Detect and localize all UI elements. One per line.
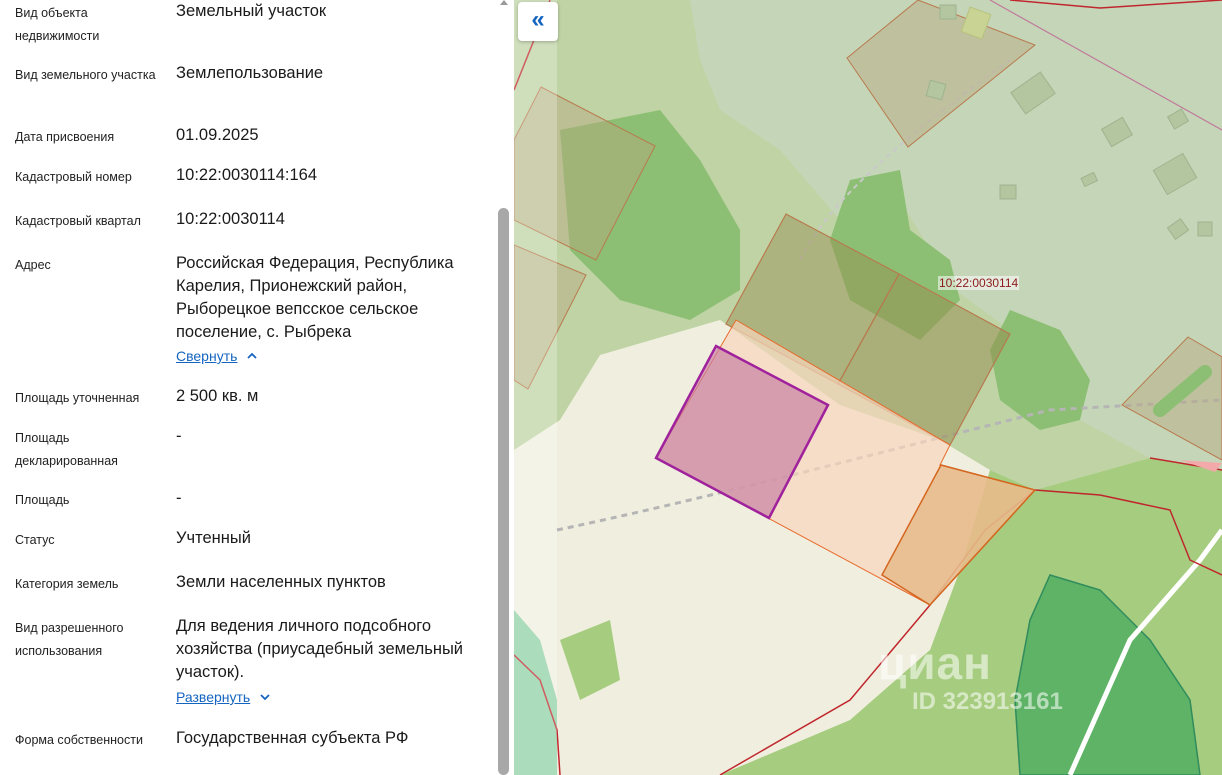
cian-watermark: циан ID 323913161 — [878, 640, 1063, 716]
chevron-down-icon — [260, 694, 270, 701]
field-value: Российская Федерация, Республика Карелия… — [176, 254, 454, 341]
field-value: - — [176, 489, 182, 507]
field-value: Государственная субъекта РФ — [176, 729, 409, 747]
field-value: Для ведения личного подсобного хозяйства… — [176, 617, 464, 681]
field-label: Площадь декларированная — [15, 431, 118, 468]
expand-permitted-use-link[interactable]: Развернуть — [176, 689, 272, 705]
toggle-label[interactable]: Свернуть — [176, 348, 237, 364]
field-label: Площадь — [15, 493, 70, 507]
field-value: Земли населенных пунктов — [176, 573, 386, 591]
field-value: Землепользование — [176, 64, 324, 82]
field-value: - — [176, 427, 182, 445]
field-label: Кадастровый номер — [15, 170, 132, 184]
building — [999, 184, 1017, 200]
field-label: Адрес — [15, 258, 51, 272]
field-label: Вид объекта недвижимости — [15, 6, 100, 43]
cadastral-quarter-label: 10:22:0030114 — [938, 276, 1020, 290]
collapse-address-link[interactable]: Свернуть — [176, 348, 259, 364]
watermark-id: ID 323913161 — [912, 688, 1063, 715]
field-value: Земельный участок — [176, 2, 327, 20]
scroll-up-arrow-icon[interactable] — [500, 0, 508, 5]
field-value: 10:22:0030114 — [176, 210, 285, 228]
field-value: 01.09.2025 — [176, 126, 259, 144]
cadastral-map[interactable] — [514, 0, 1222, 775]
map-panel-overlay-strip — [514, 0, 557, 775]
chevron-up-icon — [247, 352, 258, 359]
field-value: Учтенный — [176, 529, 251, 547]
field-label: Вид земельного участка — [15, 68, 156, 82]
watermark-brand: циан — [878, 637, 992, 689]
field-label: Площадь уточненная — [15, 391, 140, 405]
scrollbar-thumb[interactable] — [498, 208, 509, 775]
building — [925, 79, 947, 101]
field-label: Статус — [15, 533, 55, 547]
field-label: Дата присвоения — [15, 130, 115, 144]
collapse-panel-button[interactable]: « — [518, 2, 558, 41]
field-value: 2 500 кв. м — [176, 387, 259, 405]
field-label: Форма собственности — [15, 733, 143, 747]
object-info-panel: Вид объекта недвижимости Земельный участ… — [0, 0, 495, 775]
map-canvas[interactable] — [514, 0, 1222, 775]
building — [1197, 221, 1213, 237]
field-label: Вид разрешенного использования — [15, 621, 124, 658]
building — [939, 4, 957, 20]
toggle-label[interactable]: Развернуть — [176, 689, 250, 705]
field-value: 10:22:0030114:164 — [176, 166, 317, 184]
field-label: Кадастровый квартал — [15, 214, 141, 228]
double-chevron-left-icon: « — [531, 6, 545, 33]
field-label: Категория земель — [15, 577, 119, 591]
